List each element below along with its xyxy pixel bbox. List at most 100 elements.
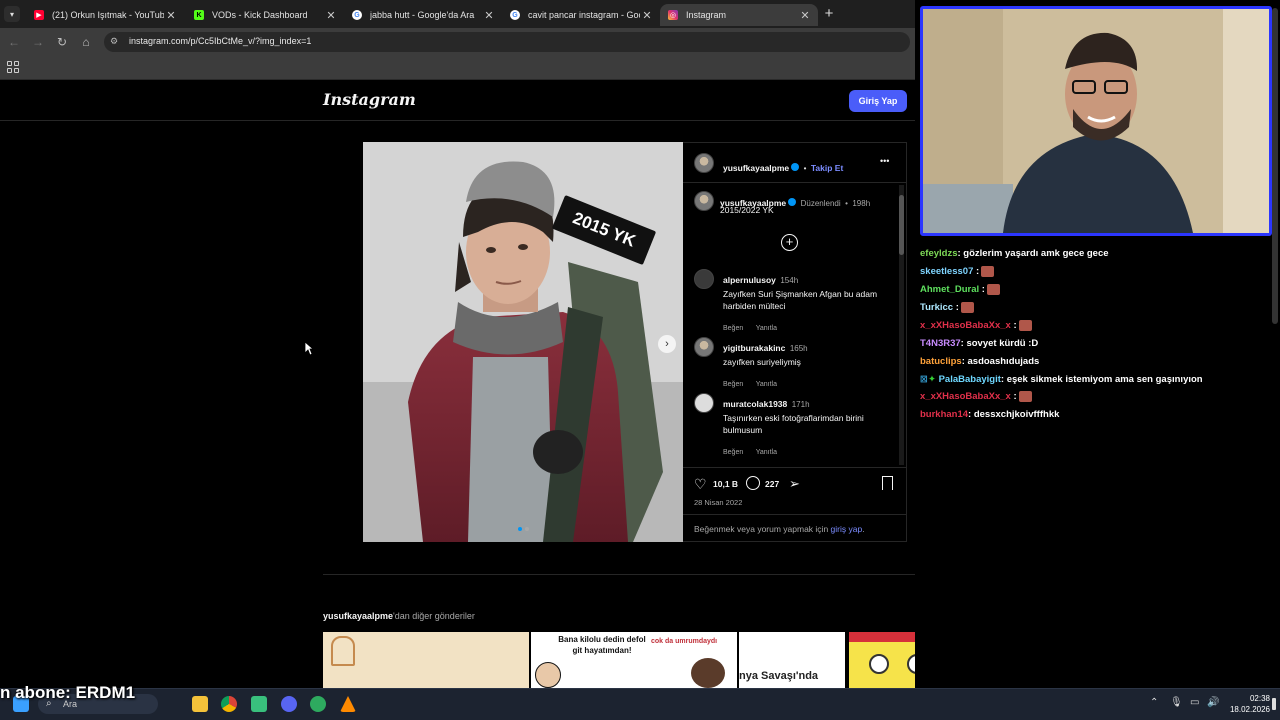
close-tab-icon[interactable]: ✕ bbox=[482, 9, 496, 22]
post-image[interactable] bbox=[363, 142, 683, 542]
chat-username[interactable]: Ahmet_Dural bbox=[920, 284, 979, 295]
tab-youtube[interactable]: ▶ (21) Orkun Işıtmak - YouTube ✕ bbox=[26, 4, 184, 26]
comment-username[interactable]: alpernulusoy bbox=[723, 275, 776, 285]
discord-icon[interactable] bbox=[281, 696, 297, 712]
tab-instagram[interactable]: ◎ Instagram ✕ bbox=[660, 4, 818, 26]
more-posts-suffix: 'dan diğer gönderiler bbox=[393, 611, 475, 621]
close-tab-icon[interactable]: ✕ bbox=[324, 9, 338, 22]
chat-message: batuclips: asdoashıdujads bbox=[920, 356, 1039, 367]
comment-reply-button[interactable]: Yanıtla bbox=[756, 449, 777, 456]
comment-username[interactable]: yigitburakakinc bbox=[723, 343, 785, 353]
share-paper-plane-icon[interactable]: ➢ bbox=[789, 476, 800, 492]
chat-username[interactable]: x_xXHasoBabaXx_x bbox=[920, 391, 1011, 402]
chat-username[interactable]: PalaBabayigit bbox=[939, 374, 1001, 385]
author-username[interactable]: yusufkayaalpme bbox=[723, 163, 789, 173]
instagram-header bbox=[0, 80, 915, 121]
network-icon[interactable]: ▭ bbox=[1190, 697, 1199, 708]
load-more-comments-icon[interactable]: + bbox=[781, 234, 798, 251]
apps-grid-icon[interactable] bbox=[7, 61, 19, 73]
more-post-thumbnail[interactable] bbox=[323, 632, 529, 688]
follow-button[interactable]: Takip Et bbox=[811, 163, 843, 173]
login-link[interactable]: giriş yap bbox=[831, 524, 863, 534]
comment-bubble-icon[interactable] bbox=[746, 476, 760, 490]
instagram-logo[interactable]: Instagram bbox=[323, 90, 416, 109]
author-avatar[interactable] bbox=[694, 153, 714, 173]
emote-icon bbox=[1018, 320, 1032, 331]
back-icon[interactable]: ← bbox=[6, 34, 22, 50]
next-image-arrow-icon[interactable]: › bbox=[658, 335, 676, 353]
more-options-icon[interactable]: ••• bbox=[880, 156, 889, 166]
more-post-thumbnail[interactable]: Bana kilolu dedin defol git hayatımdan! … bbox=[531, 632, 737, 688]
chat-username[interactable]: efeyldzs bbox=[920, 248, 958, 259]
comments-scrollbar-thumb[interactable] bbox=[899, 195, 904, 255]
site-info-icon[interactable]: ⚙ bbox=[110, 36, 121, 47]
chat-username[interactable]: skeetless07 bbox=[920, 266, 973, 277]
divider bbox=[683, 514, 907, 515]
chat-message: skeetless07 : bbox=[920, 266, 995, 277]
bookmark-icon[interactable] bbox=[882, 476, 893, 490]
login-button[interactable]: Giriş Yap bbox=[849, 90, 907, 112]
more-post-thumbnail[interactable]: nya Savaşı'nda bbox=[739, 632, 845, 688]
reload-icon[interactable]: ↻ bbox=[54, 34, 70, 50]
chat-message: x_xXHasoBabaXx_x : bbox=[920, 391, 1032, 402]
chat-username[interactable]: T4N3R37 bbox=[920, 338, 961, 349]
chat-scrollbar[interactable] bbox=[1272, 8, 1278, 324]
notification-icon[interactable] bbox=[1272, 698, 1276, 710]
chat-username[interactable]: burkhan14 bbox=[920, 409, 968, 420]
section-divider bbox=[323, 574, 915, 575]
divider bbox=[683, 467, 907, 468]
close-tab-icon[interactable]: ✕ bbox=[164, 9, 178, 22]
youtube-icon: ▶ bbox=[34, 10, 44, 20]
chevron-up-icon[interactable]: ⌃ bbox=[1150, 697, 1158, 708]
volume-icon[interactable]: 🔊 bbox=[1207, 697, 1219, 708]
comment-like-button[interactable]: Beğen bbox=[723, 381, 743, 388]
new-tab-icon[interactable]: + bbox=[820, 5, 838, 23]
tab-kick[interactable]: K VODs - Kick Dashboard ✕ bbox=[186, 4, 344, 26]
chat-message: x_xXHasoBabaXx_x : bbox=[920, 320, 1032, 331]
caption-avatar[interactable] bbox=[694, 191, 714, 211]
comment-avatar[interactable] bbox=[694, 337, 714, 357]
badge-icon: ⊠ bbox=[920, 374, 928, 385]
comment-text: Taşınırken eski fotoğraflarimdan birini … bbox=[723, 413, 864, 435]
more-posts-username[interactable]: yusufkayaalpme bbox=[323, 611, 393, 621]
comment-like-button[interactable]: Beğen bbox=[723, 325, 743, 332]
tab-google-cavit[interactable]: G cavit pancar instagram - Googl ✕ bbox=[502, 4, 660, 26]
taskbar-clock[interactable]: 02:38 18.02.2026 bbox=[1226, 693, 1270, 715]
google-icon: G bbox=[510, 10, 520, 20]
comment-count[interactable]: 227 bbox=[765, 479, 779, 489]
microphone-icon[interactable]: 🎙 bbox=[1170, 697, 1183, 708]
post-header: yusufkayaalpme • Takip Et bbox=[723, 158, 843, 176]
file-explorer-icon[interactable] bbox=[192, 696, 208, 712]
carousel-dot-active bbox=[518, 527, 522, 531]
chrome-icon[interactable] bbox=[221, 696, 237, 712]
comment-like-button[interactable]: Beğen bbox=[723, 449, 743, 456]
app-icon[interactable] bbox=[251, 696, 267, 712]
verified-badge-icon bbox=[791, 162, 800, 171]
chat-username[interactable]: Turkicc bbox=[920, 302, 953, 313]
comment-username[interactable]: muratcolak1938 bbox=[723, 399, 787, 409]
chat-username[interactable]: x_xXHasoBabaXx_x bbox=[920, 320, 1011, 331]
thumbnail-text: Bana kilolu dedin defol git hayatımdan! bbox=[558, 635, 646, 655]
home-icon[interactable]: ⌂ bbox=[78, 34, 94, 50]
separator: • bbox=[845, 199, 848, 208]
tab-google-jabba[interactable]: G jabba hutt - Google'da Ara ✕ bbox=[344, 4, 502, 26]
comment-avatar[interactable] bbox=[694, 269, 714, 289]
comment-reply-button[interactable]: Yanıtla bbox=[756, 381, 777, 388]
chat-text: : bbox=[979, 284, 985, 296]
url-text[interactable]: instagram.com/p/Cc5IbCtMe_v/?img_index=1 bbox=[129, 36, 311, 46]
comment-avatar[interactable] bbox=[694, 393, 714, 413]
webcam-feed bbox=[920, 6, 1272, 236]
app-icon[interactable] bbox=[310, 696, 326, 712]
chat-text: : eşek sikmek istemiyom ama sen gaşınıyı… bbox=[1000, 374, 1203, 385]
subscriber-overlay-text: n abone: ERDM1 bbox=[0, 683, 136, 702]
chat-username[interactable]: batuclips bbox=[920, 356, 962, 367]
like-count[interactable]: 10,1 B bbox=[713, 479, 738, 489]
more-post-thumbnail[interactable] bbox=[849, 632, 915, 688]
forward-icon[interactable]: → bbox=[30, 34, 46, 50]
comment: alpernulusoy 154h Zayıfken Suri Şişmanke… bbox=[723, 270, 883, 335]
comment-reply-button[interactable]: Yanıtla bbox=[756, 325, 777, 332]
tab-search-dropdown-icon[interactable]: ▾ bbox=[4, 6, 20, 22]
close-tab-icon[interactable]: ✕ bbox=[640, 9, 654, 22]
close-tab-icon[interactable]: ✕ bbox=[798, 9, 812, 22]
like-heart-icon[interactable]: ♡ bbox=[694, 476, 707, 493]
